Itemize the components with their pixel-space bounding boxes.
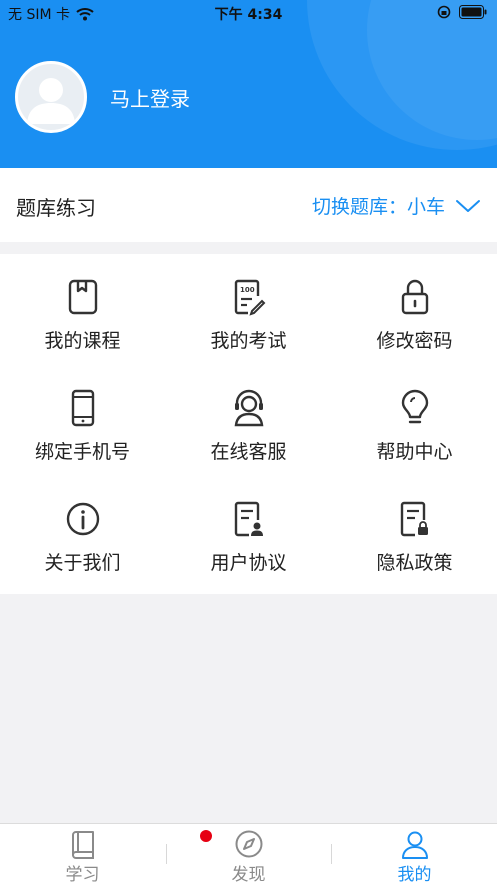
- svg-text:100: 100: [240, 286, 255, 294]
- menu-item-label: 关于我们: [44, 552, 121, 574]
- menu-item-my-exams[interactable]: 100 我的考试: [166, 254, 331, 364]
- menu-item-label: 在线客服: [210, 441, 287, 463]
- battery-icon: [459, 5, 487, 19]
- tab-mine[interactable]: 我的: [332, 824, 497, 883]
- menu-item-about-us[interactable]: 关于我们: [0, 476, 165, 586]
- menu-item-privacy-policy[interactable]: 隐私政策: [332, 476, 497, 586]
- book-icon: [72, 831, 94, 859]
- status-right: [437, 5, 487, 19]
- tab-discover[interactable]: 发现: [166, 824, 331, 883]
- menu-item-bind-phone[interactable]: 绑定手机号: [0, 365, 165, 475]
- tab-study[interactable]: 学习: [0, 824, 165, 883]
- menu-item-label: 我的课程: [44, 330, 121, 352]
- chevron-down-icon: [456, 199, 480, 212]
- question-bank-title: 题库练习: [16, 196, 96, 220]
- lightbulb-icon: [401, 389, 429, 424]
- switch-bank-label: 切换题库：小车: [311, 196, 445, 218]
- tab-label: 我的: [397, 865, 432, 883]
- course-book-icon: [68, 279, 98, 315]
- phone-icon: [71, 389, 95, 427]
- login-link[interactable]: 马上登录: [110, 83, 190, 112]
- tab-bar: 学习 发现 我的: [0, 823, 497, 883]
- tab-label: 发现: [231, 865, 266, 883]
- menu-item-label: 隐私政策: [376, 552, 453, 574]
- person-icon: [402, 831, 428, 859]
- notification-dot: [200, 830, 212, 842]
- document-lock-icon: [400, 501, 428, 537]
- menu-item-label: 我的考试: [210, 330, 287, 352]
- tab-label: 学习: [65, 865, 100, 883]
- menu-item-online-service[interactable]: 在线客服: [166, 365, 331, 475]
- menu-item-help-center[interactable]: 帮助中心: [332, 365, 497, 475]
- orientation-lock-icon: [437, 5, 451, 19]
- document-user-icon: [234, 501, 263, 537]
- compass-icon: [235, 830, 263, 858]
- profile-header: 无 SIM 卡 下午 4:34 马上登录: [0, 0, 497, 168]
- menu-item-label: 绑定手机号: [34, 441, 130, 463]
- menu-item-user-agreement[interactable]: 用户协议: [166, 476, 331, 586]
- default-avatar-icon: [27, 78, 75, 124]
- lock-icon: [401, 279, 429, 315]
- status-bar: 无 SIM 卡 下午 4:34: [0, 0, 497, 26]
- menu-item-label: 用户协议: [210, 552, 287, 574]
- exam-100-icon: 100: [234, 279, 266, 316]
- headset-service-icon: [234, 389, 264, 427]
- avatar[interactable]: [15, 61, 87, 133]
- question-bank-row: 题库练习 切换题库：小车: [0, 168, 497, 242]
- menu-item-label: 帮助中心: [376, 441, 453, 463]
- switch-bank-button[interactable]: 切换题库：小车: [312, 192, 481, 219]
- menu-grid: 我的课程 100 我的考试 修改密码 绑定手机号 在线客服 帮助中心 关于我们 …: [0, 254, 497, 594]
- menu-item-my-courses[interactable]: 我的课程: [0, 254, 165, 364]
- menu-item-change-password[interactable]: 修改密码: [332, 254, 497, 364]
- status-time: 下午 4:34: [214, 7, 283, 23]
- info-icon: [66, 502, 100, 536]
- menu-item-label: 修改密码: [376, 330, 453, 352]
